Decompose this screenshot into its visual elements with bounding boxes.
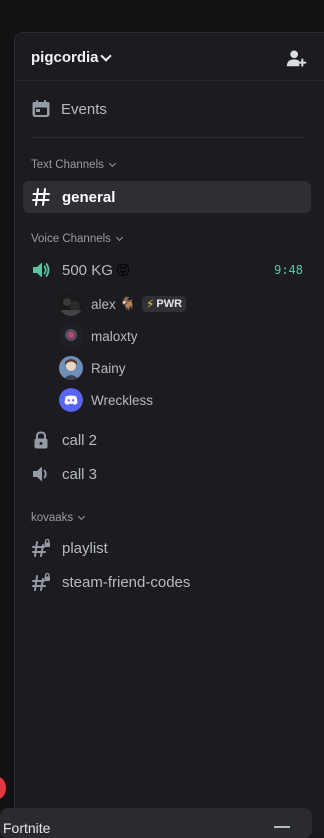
speaker-icon — [31, 464, 51, 484]
app-frame: pigcordia Events Text Channels general V… — [0, 0, 324, 838]
user-emoji: 🐐 — [119, 296, 136, 311]
user-name: Wreckless — [91, 392, 154, 408]
voice-user[interactable]: Wreckless — [59, 388, 153, 412]
channel-label: steam-friend-codes — [62, 573, 191, 591]
divider — [31, 137, 305, 138]
add-user-icon[interactable] — [285, 47, 307, 69]
channel-general[interactable]: general — [23, 181, 311, 213]
voice-channel-call-2[interactable]: call 2 — [23, 424, 311, 456]
hash-icon — [31, 187, 51, 207]
server-header[interactable]: pigcordia — [15, 33, 324, 81]
hash-lock-icon — [31, 538, 51, 558]
activity-label: Fortnite — [3, 820, 51, 836]
avatar — [59, 324, 83, 348]
server-name[interactable]: pigcordia — [31, 49, 99, 66]
minimize-icon[interactable] — [274, 826, 290, 828]
user-name: alex — [91, 296, 116, 312]
category-voice-channels[interactable]: Voice Channels — [31, 233, 123, 245]
user-name: Rainy — [91, 360, 126, 376]
category-label: kovaaks — [31, 512, 74, 524]
avatar — [59, 356, 83, 380]
channel-playlist[interactable]: playlist — [23, 532, 311, 564]
channel-label: call 2 — [62, 431, 98, 449]
channel-steam-friend-codes[interactable]: steam-friend-codes — [23, 566, 311, 598]
chevron-down-icon — [108, 159, 116, 167]
badge-label: PWR — [156, 298, 183, 310]
hash-lock-icon — [31, 572, 51, 592]
notification-dot — [0, 777, 6, 799]
channel-emoji: 😝 — [115, 261, 131, 278]
voice-timer: 9:48 — [274, 263, 303, 277]
calendar-icon — [32, 100, 50, 117]
lock-icon — [31, 430, 51, 450]
chevron-down-icon — [78, 512, 86, 520]
avatar — [59, 292, 83, 316]
voice-user[interactable]: maloxty — [59, 324, 138, 348]
user-badge: ⚡ PWR — [141, 296, 187, 312]
speaker-icon — [31, 260, 51, 280]
avatar — [59, 388, 83, 412]
channel-label: 500 KG — [62, 261, 113, 279]
chevron-down-icon[interactable] — [100, 50, 112, 62]
channel-sidebar: pigcordia Events Text Channels general V… — [14, 32, 324, 830]
category-label: Text Channels — [31, 159, 104, 171]
lightning-icon: ⚡ — [145, 297, 155, 311]
voice-user[interactable]: Rainy — [59, 356, 126, 380]
chevron-down-icon — [115, 233, 123, 241]
voice-channel-500kg[interactable]: 500 KG 😝 9:48 — [23, 254, 311, 286]
voice-user[interactable]: alex 🐐 ⚡ PWR — [59, 292, 187, 316]
events-link[interactable]: Events — [31, 97, 107, 121]
channel-label: playlist — [62, 539, 108, 557]
channel-label: general — [62, 188, 116, 206]
category-label: Voice Channels — [31, 233, 111, 245]
voice-channel-call-3[interactable]: call 3 — [23, 458, 311, 490]
category-kovaaks[interactable]: kovaaks — [31, 512, 86, 524]
channel-label: call 3 — [62, 465, 98, 483]
events-label: Events — [61, 100, 107, 118]
category-text-channels[interactable]: Text Channels — [31, 159, 116, 171]
user-name: maloxty — [91, 328, 138, 344]
